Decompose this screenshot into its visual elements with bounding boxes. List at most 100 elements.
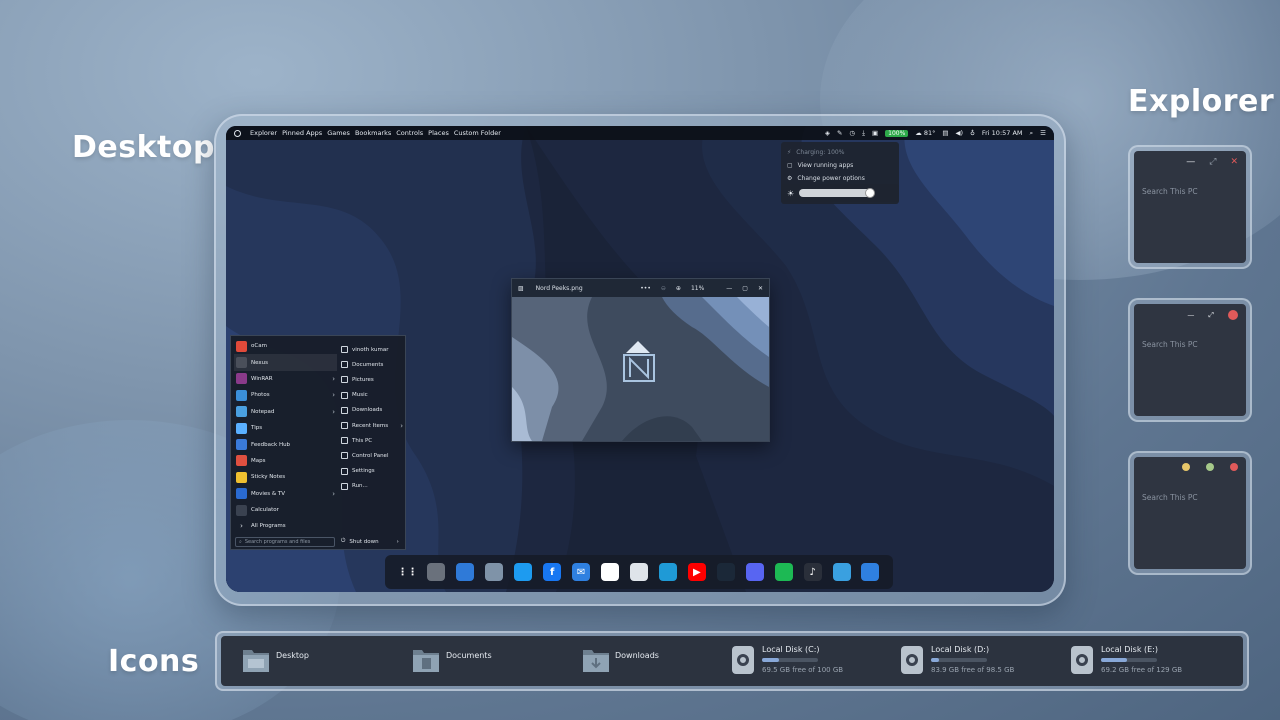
menu-games[interactable]: Games [327,129,350,137]
disk-usage-bar [1101,658,1157,662]
disk-lens [1076,654,1088,666]
vscode-icon[interactable] [456,563,475,581]
menu-pinned-apps[interactable]: Pinned Apps [282,129,322,137]
all-programs-item[interactable]: › All Programs [234,518,337,534]
explorer-window-1: — ⤢ ✕ Search This PC [1134,151,1246,263]
more-options-icon[interactable]: ••• [640,285,651,292]
apps-grid-icon[interactable]: ⋮⋮ [397,563,417,581]
music-icon[interactable]: ♪ [803,563,822,581]
edge-icon[interactable] [658,563,677,581]
more-apps-icon[interactable] [861,563,880,581]
start-place-item[interactable]: Pictures [341,372,405,387]
minimize-button[interactable]: — [726,285,732,292]
desktop-folder-icon [243,650,269,672]
search-placeholder: Search programs and files [244,539,311,545]
minimize-button[interactable] [1182,463,1190,471]
start-place-item[interactable]: Settings [341,464,405,479]
chevron-right-icon: › [396,538,399,545]
start-app-item[interactable]: Sticky Notes [234,469,337,485]
desktop-screen: Explorer Pinned Apps Games Bookmarks Con… [226,126,1054,592]
history-icon[interactable]: ◷ [849,129,855,137]
zoom-out-icon[interactable]: ⊖ [661,285,666,292]
start-place-item[interactable]: Music [341,388,405,403]
start-app-item[interactable]: Calculator [234,502,337,518]
start-app-item[interactable]: Movies & TV › [234,486,337,502]
place-label: Downloads [352,407,383,414]
start-place-item[interactable]: vinoth kumar [341,342,405,357]
network-icon[interactable]: ◈ [825,129,830,137]
media-player-icon[interactable] [832,563,851,581]
start-menu-search[interactable]: ⌕ Search programs and files [235,537,335,547]
chevron-right-icon: › [332,391,335,400]
start-place-item[interactable]: Documents [341,357,405,372]
app-label: Notepad [251,408,275,415]
maximize-button[interactable] [1206,463,1214,471]
steam-icon[interactable] [716,563,735,581]
start-logo-icon[interactable] [234,129,241,137]
start-app-item[interactable]: Photos › [234,387,337,403]
file-explorer-icon[interactable] [485,563,504,581]
app-icon [236,439,247,451]
photos-icon[interactable] [601,563,620,581]
place-icon [341,361,348,369]
minimize-button[interactable]: — [1186,157,1195,167]
facebook-icon[interactable]: f [543,563,562,581]
discord-icon[interactable] [745,563,764,581]
volume-icon[interactable]: ◀) [956,129,964,137]
start-app-item[interactable]: oCam [234,338,337,354]
weather-temp: 81° [923,129,936,137]
youtube-icon[interactable]: ▶ [687,563,706,581]
chrome-icon[interactable] [629,563,648,581]
close-button[interactable] [1230,463,1238,471]
menu-icon[interactable]: ☰ [1040,129,1046,137]
brightness-slider[interactable] [799,188,876,198]
brightness-control: ☀ [781,184,899,202]
close-button[interactable]: ✕ [1230,157,1238,167]
disk-usage-fill [762,658,780,662]
close-button[interactable] [1228,310,1238,320]
zoom-in-icon[interactable]: ⊕ [676,285,681,292]
display-icon[interactable]: ▣ [872,129,878,137]
app-icon [236,504,247,516]
maximize-button[interactable]: ⤢ [1209,157,1216,167]
start-place-item[interactable]: Recent Items › [341,418,405,433]
explorer-search[interactable]: Search This PC [1142,493,1198,502]
start-app-item[interactable]: Notepad › [234,404,337,420]
explorer-search[interactable]: Search This PC [1142,187,1198,196]
minimize-button[interactable]: — [1187,311,1194,319]
start-place-item[interactable]: This PC [341,433,405,448]
viewer-filename: Nord Peeks.png [535,284,583,292]
battery-indicator[interactable]: 100% [885,129,909,137]
start-app-item[interactable]: Feedback Hub [234,436,337,452]
microphone-icon[interactable]: ♁ [970,129,975,137]
start-app-item[interactable]: Tips [234,420,337,436]
menu-controls[interactable]: Controls [396,129,423,137]
close-button[interactable]: ✕ [758,285,763,292]
start-app-item[interactable]: WinRAR › [234,371,337,387]
clock[interactable]: Fri 10:57 AM [982,129,1023,137]
attach-icon[interactable]: ✎ [837,129,842,137]
shutdown-button[interactable]: ⏻ Shut down › [341,538,399,545]
keyboard-icon[interactable]: ▤ [942,129,948,137]
menu-explorer[interactable]: Explorer [250,129,277,137]
twitter-icon[interactable] [514,563,533,581]
maximize-button[interactable]: ▢ [742,285,748,292]
start-place-item[interactable]: Control Panel [341,448,405,463]
brightness-knob[interactable] [865,188,876,198]
menu-places[interactable]: Places [428,129,449,137]
start-app-item[interactable]: Maps [234,453,337,469]
start-place-item[interactable]: Run... [341,479,405,494]
start-place-item[interactable]: Downloads [341,403,405,418]
search-icon[interactable]: ⌕ [1030,129,1034,138]
view-running-apps-item[interactable]: ▢ View running apps [787,159,893,172]
recycle-bin-icon[interactable] [427,563,446,581]
mail-icon[interactable]: ✉ [572,563,591,581]
download-icon[interactable]: ⤓ [862,129,865,138]
start-app-item[interactable]: Nexus [234,354,337,371]
spotify-icon[interactable] [774,563,793,581]
weather-indicator[interactable]: ☁ 81° [915,129,935,137]
menu-bookmarks[interactable]: Bookmarks [355,129,391,137]
menu-custom-folder[interactable]: Custom Folder [454,129,501,137]
maximize-button[interactable]: ⤢ [1208,311,1214,320]
explorer-search[interactable]: Search This PC [1142,340,1198,349]
